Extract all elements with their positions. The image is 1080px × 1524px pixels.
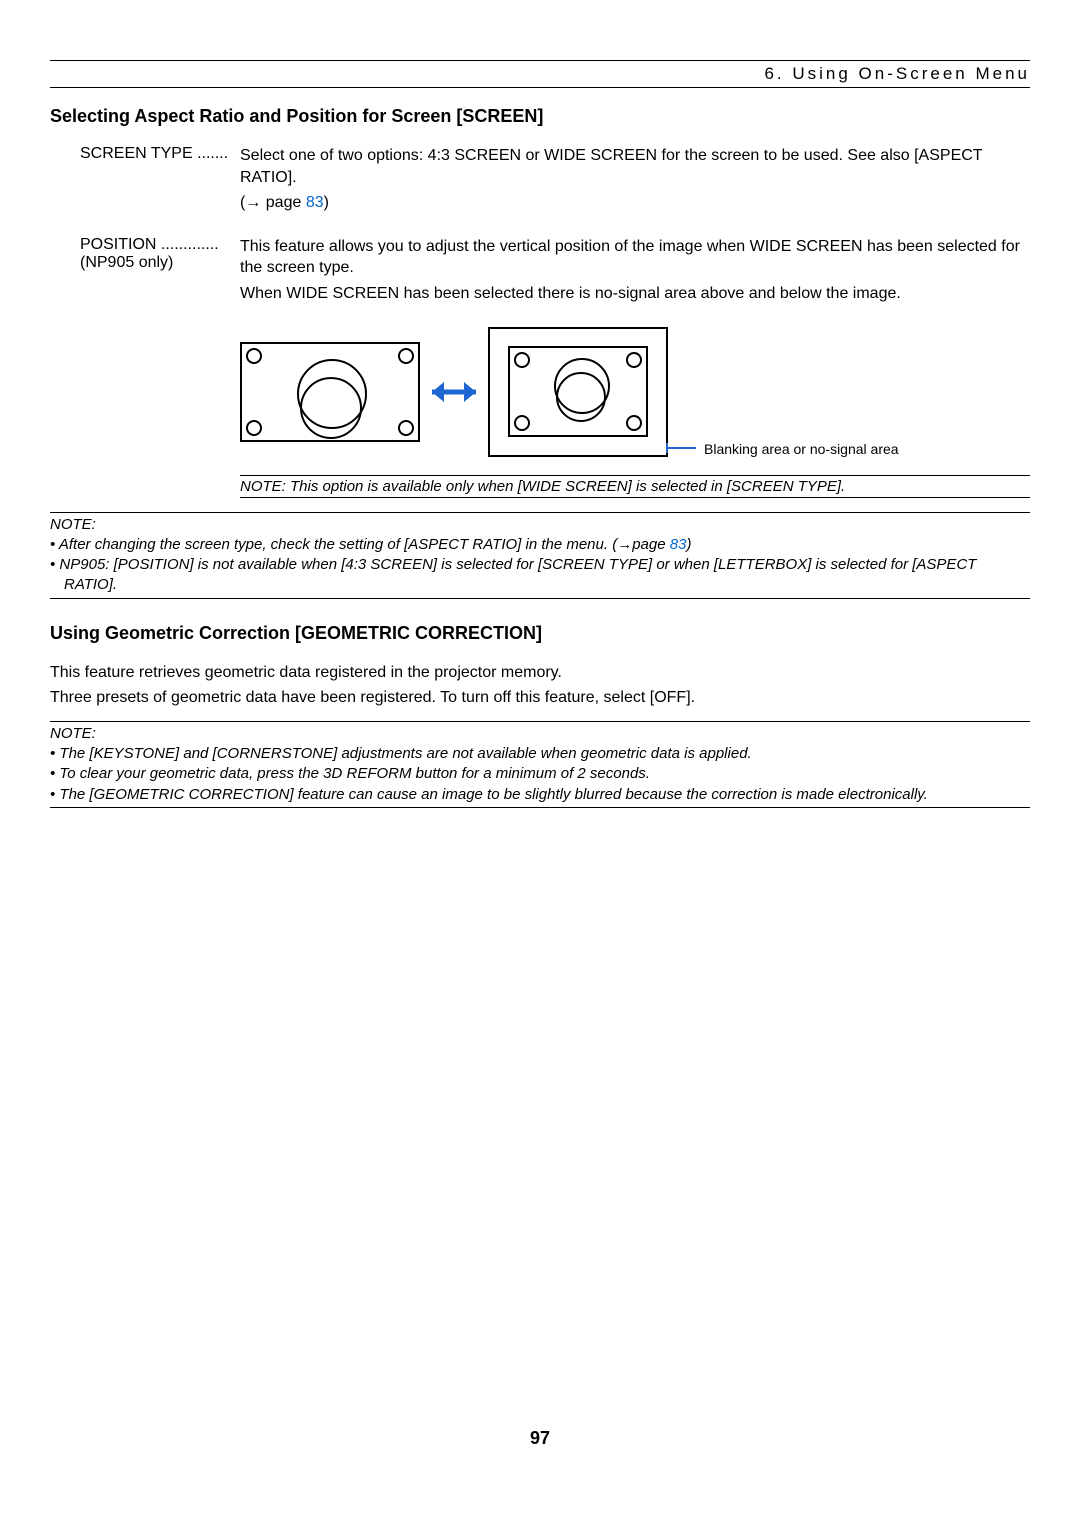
screen-type-ref: (→ page 83) (240, 192, 1030, 214)
inline-note: NOTE: This option is available only when… (240, 475, 1030, 498)
heading-screen: Selecting Aspect Ratio and Position for … (50, 106, 1030, 127)
note-block-a: NOTE: • After changing the screen type, … (50, 512, 1030, 599)
callout-label: Blanking area or no-signal area (704, 441, 899, 457)
def-screen-type: SCREEN TYPE ....... Select one of two op… (80, 145, 1030, 218)
position-desc1: This feature allows you to adjust the ve… (240, 236, 1030, 279)
geo-body1: This feature retrieves geometric data re… (50, 662, 1030, 684)
page-link-83a[interactable]: 83 (306, 194, 324, 211)
geo-body2: Three presets of geometric data have bee… (50, 687, 1030, 709)
term-position: POSITION ............. (NP905 only) (80, 236, 240, 309)
callout-line (666, 447, 696, 449)
term-screen-type: SCREEN TYPE ....... (80, 145, 240, 218)
diagram-right-screen (488, 327, 668, 457)
double-arrow-icon (428, 374, 480, 410)
heading-geometric: Using Geometric Correction [GEOMETRIC CO… (50, 623, 1030, 644)
position-desc2: When WIDE SCREEN has been selected there… (240, 283, 1030, 305)
screen-type-desc: Select one of two options: 4:3 SCREEN or… (240, 145, 1030, 188)
diagram-left-screen (240, 342, 420, 442)
note-block-b: NOTE: • The [KEYSTONE] and [CORNERSTONE]… (50, 721, 1030, 808)
def-position: POSITION ............. (NP905 only) This… (80, 236, 1030, 309)
section-header: 6. Using On-Screen Menu (50, 64, 1030, 88)
diagram-screen-position: Blanking area or no-signal area (240, 327, 1030, 457)
page-link-83b[interactable]: 83 (670, 536, 687, 553)
page-number: 97 (50, 1428, 1030, 1449)
